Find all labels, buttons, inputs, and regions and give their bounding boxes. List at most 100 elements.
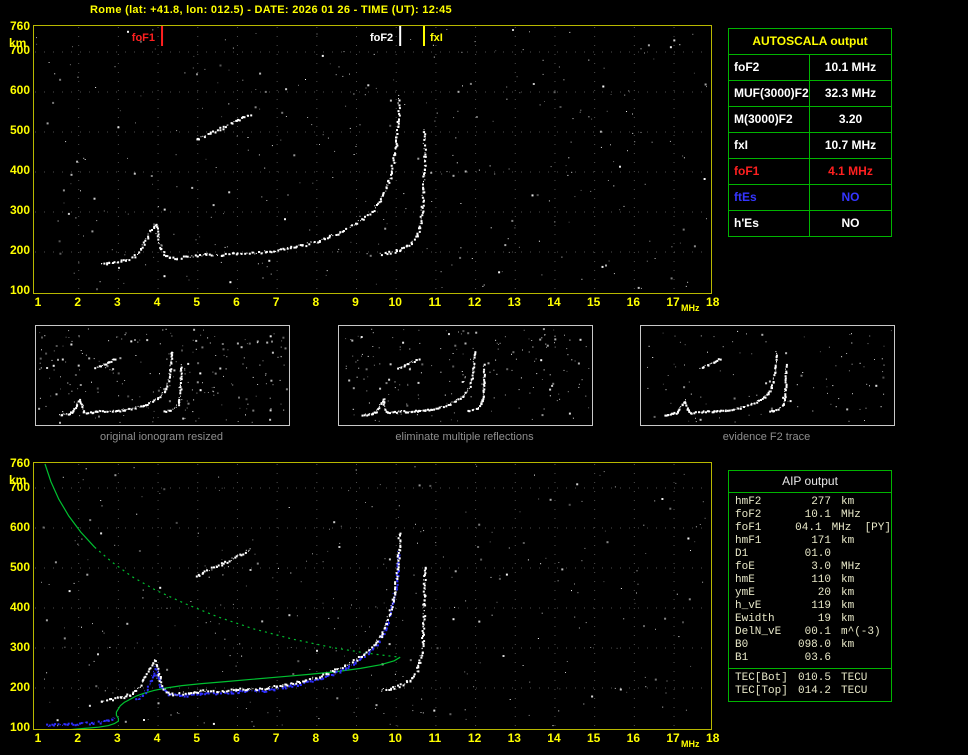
aip-row-unit: km [841,496,854,509]
autoscala-row-label: foF1 [729,159,810,184]
aip-row-value: 19 [793,613,831,626]
aip-row: hmE110km [735,574,891,587]
autoscala-row: foF210.1 MHz [729,55,891,81]
x-tick-label: 3 [105,296,129,308]
aip-row-unit: km [841,535,854,548]
thumbnail-eliminate-reflections [338,325,593,426]
aip-row-value: 03.6 [793,652,831,665]
aip-row: h_vE119km [735,600,891,613]
autoscala-row-value: NO [810,185,891,210]
aip-row-unit: MHz [841,561,861,574]
aip-row-label: ymE [735,587,793,600]
aip-row-unit: km [841,587,854,600]
aip-row: DelN_vE00.1m^(-3) [735,626,891,639]
ionogram-plot: foF1foF2fxI [33,25,712,294]
aip-row-label: Ewidth [735,613,793,626]
autoscala-row: MUF(3000)F232.3 MHz [729,81,891,107]
y-tick-label: 200 [2,681,30,693]
x-tick-label: 13 [502,296,526,308]
x-tick-label: 2 [66,296,90,308]
marker-label-foF1: foF1 [132,32,155,44]
x-tick-label: 14 [542,296,566,308]
aip-row-value: 119 [793,600,831,613]
aip-output-table: AIP output hmF2277kmfoF210.1MHzfoF104.1M… [728,470,892,702]
aip-row-label: DelN_vE [735,626,793,639]
autoscala-row-value: 32.3 MHz [810,81,891,106]
marker-label-fxI: fxI [430,32,443,44]
aip-row-unit: MHz [PY] [832,522,891,535]
autoscala-row-label: ftEs [729,185,810,210]
x-tick-label: 6 [224,732,248,744]
x-tick-label: 17 [661,732,685,744]
aip-row-unit: km [841,613,854,626]
autoscala-row-label: foF2 [729,55,810,80]
aip-row-value: 3.0 [793,561,831,574]
x-tick-label: 9 [344,732,368,744]
aip-row-label: foF2 [735,509,793,522]
y-tick-label: 600 [2,521,30,533]
x-tick-label: 5 [185,732,209,744]
y-tick-label: 100 [2,284,30,296]
aip-row: foF104.1MHz [PY] [735,522,891,535]
x-tick-label: 14 [542,732,566,744]
tec-row-value: 014.2 [793,685,831,698]
x-tick-label: 6 [224,296,248,308]
profile-canvas [34,463,711,729]
x-tick-label: 10 [383,296,407,308]
tec-row-label: TEC[Bot] [735,672,793,685]
x-tick-label: 7 [264,296,288,308]
x-tick-label: 9 [344,296,368,308]
aip-output-rows: hmF2277kmfoF210.1MHzfoF104.1MHz [PY]hmF1… [729,493,891,701]
thumbnail-evidence-f2 [640,325,895,426]
x-tick-label: 2 [66,732,90,744]
x-tick-label: 4 [145,296,169,308]
x-tick-label: 12 [463,296,487,308]
y-tick-label: 500 [2,561,30,573]
autoscala-row-value: 10.1 MHz [810,55,891,80]
autoscala-row-label: fxI [729,133,810,158]
ionogram-canvas: foF1foF2fxI [34,26,711,293]
aip-row-label: hmF2 [735,496,793,509]
x-tick-label: 8 [304,296,328,308]
autoscala-window: Rome (lat: +41.8, lon: 012.5) - DATE: 20… [0,0,968,755]
x-tick-label: 15 [582,296,606,308]
aip-row: D101.0 [735,548,891,561]
thumbnail-caption-evidence: evidence F2 trace [639,431,894,443]
autoscala-row-value: 3.20 [810,107,891,132]
aip-row-label: h_vE [735,600,793,613]
aip-row-value: 110 [793,574,831,587]
station-date-title: Rome (lat: +41.8, lon: 012.5) - DATE: 20… [90,4,452,16]
autoscala-output-table: AUTOSCALA output foF210.1 MHzMUF(3000)F2… [728,28,892,237]
x-tick-label: 3 [105,732,129,744]
autoscala-output-rows: foF210.1 MHzMUF(3000)F232.3 MHzM(3000)F2… [729,55,891,236]
y-tick-label: 200 [2,244,30,256]
thumbnail-evidence-canvas [641,326,894,425]
autoscala-row-value: NO [810,211,891,236]
aip-separator [729,668,891,669]
thumbnail-caption-eliminate: eliminate multiple reflections [337,431,592,443]
aip-row-unit: m^(-3) [841,626,881,639]
autoscala-row-label: M(3000)F2 [729,107,810,132]
x-tick-label: 13 [502,732,526,744]
marker-line-foF1 [161,26,163,46]
x-tick-label: 5 [185,296,209,308]
aip-row-label: B1 [735,652,793,665]
thumbnail-original-canvas [36,326,289,425]
x-tick-label: 11 [423,732,447,744]
aip-row-value: 098.0 [793,639,831,652]
autoscala-row: fxI10.7 MHz [729,133,891,159]
y-tick-label: 600 [2,84,30,96]
aip-row: B0098.0km [735,639,891,652]
x-tick-label: 15 [582,732,606,744]
tec-row-unit: TECU [841,672,867,685]
aip-row: B103.6 [735,652,891,665]
thumbnail-original-ionogram [35,325,290,426]
x-tick-label: 8 [304,732,328,744]
aip-row-unit: km [841,574,854,587]
profile-plot [33,462,712,730]
aip-row-unit: km [841,639,854,652]
autoscala-row: h'EsNO [729,211,891,236]
y-tick-label: 760 [2,457,30,469]
thumbnail-eliminate-canvas [339,326,592,425]
autoscala-row: M(3000)F23.20 [729,107,891,133]
